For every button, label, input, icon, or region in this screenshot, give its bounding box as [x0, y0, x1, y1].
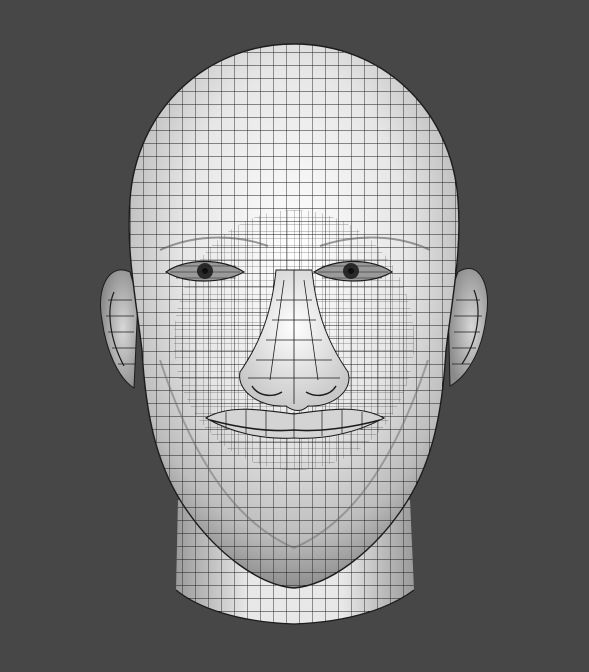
- head-mesh-render: [99, 43, 489, 625]
- 3d-viewport[interactable]: [0, 0, 589, 672]
- left-ear: [99, 269, 139, 389]
